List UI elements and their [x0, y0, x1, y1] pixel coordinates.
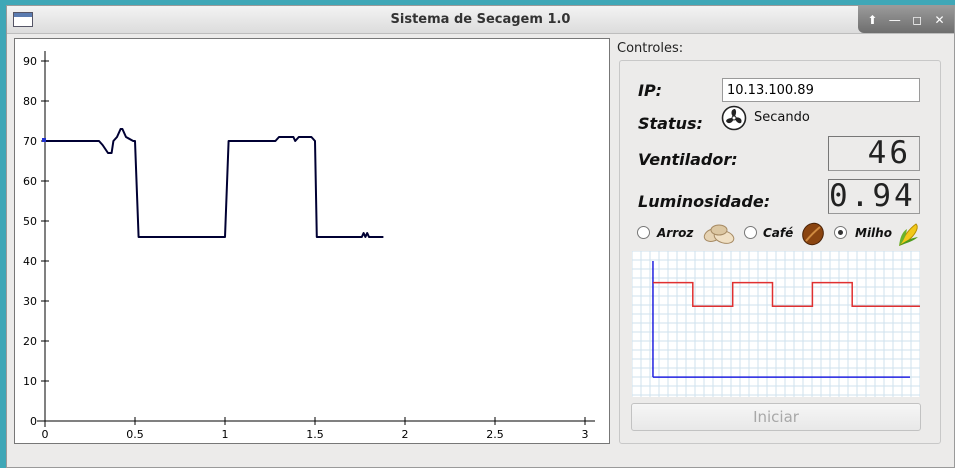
fan-lcd: 46	[828, 136, 920, 171]
window-buttons: ⬆ — ◻ ✕	[858, 6, 954, 33]
radio-arroz[interactable]	[637, 226, 650, 239]
x-tick-label: 0	[42, 428, 49, 441]
drying-profile-chart	[632, 251, 920, 397]
radio-milho-label: Milho	[855, 226, 892, 240]
maximize-icon[interactable]: ◻	[909, 13, 925, 27]
status-label: Status:	[638, 114, 703, 133]
x-tick-label: 2	[402, 428, 409, 441]
ip-input[interactable]	[722, 78, 920, 102]
y-tick-label: 50	[23, 215, 37, 228]
fan-label: Ventilador:	[638, 150, 738, 169]
y-tick-label: 60	[23, 175, 37, 188]
radio-cafe[interactable]	[744, 226, 757, 239]
light-lcd: 0.94	[828, 179, 920, 214]
humidity-chart: 0 10 20 30 40 50 60 70 80 90 0 0.5 1 1.5 2 2.5 3	[23, 51, 595, 441]
minimize-icon[interactable]: —	[887, 13, 903, 27]
rice-icon	[703, 224, 735, 244]
fan-icon	[721, 105, 747, 131]
data-start-marker	[42, 138, 46, 142]
y-tick-label: 70	[23, 135, 37, 148]
y-tick-label: 40	[23, 255, 37, 268]
y-tick-label: 20	[23, 335, 37, 348]
status-value: Secando	[754, 110, 810, 125]
light-label: Luminosidade:	[638, 192, 771, 211]
radio-arroz-label: Arroz	[657, 226, 694, 240]
y-tick-label: 30	[23, 295, 37, 308]
coffee-bean-icon	[802, 222, 824, 246]
x-tick-label: 1	[222, 428, 229, 441]
window-title: Sistema de Secagem 1.0	[390, 12, 571, 27]
title-bar: Sistema de Secagem 1.0 ⬆ — ◻ ✕	[7, 6, 954, 34]
shade-icon[interactable]: ⬆	[864, 13, 880, 27]
controls-group-title: Controles:	[617, 41, 684, 56]
x-tick-label: 1.5	[306, 428, 324, 441]
radio-milho[interactable]	[834, 226, 847, 239]
y-tick-label: 10	[23, 375, 37, 388]
corn-icon	[899, 223, 918, 246]
close-icon[interactable]: ✕	[932, 13, 948, 27]
radio-cafe-label: Café	[763, 226, 794, 240]
start-button[interactable]: Iniciar	[631, 403, 921, 431]
x-tick-label: 3	[582, 428, 589, 441]
x-tick-label: 2.5	[486, 428, 504, 441]
y-tick-label: 0	[30, 415, 37, 428]
y-tick-label: 90	[23, 55, 37, 68]
y-tick-label: 80	[23, 95, 37, 108]
ip-label: IP:	[638, 81, 663, 100]
main-plot: 0 10 20 30 40 50 60 70 80 90 0 0.5 1 1.5 2 2.5 3	[14, 38, 610, 444]
data-series-line	[45, 128, 384, 238]
x-tick-label: 0.5	[126, 428, 144, 441]
